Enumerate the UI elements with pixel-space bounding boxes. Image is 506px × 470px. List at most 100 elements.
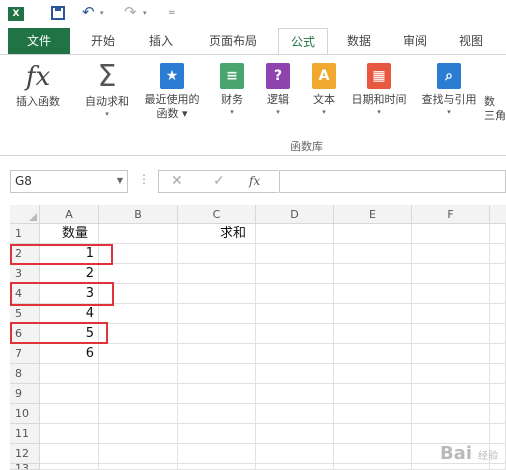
grid-cell[interactable] bbox=[256, 464, 334, 470]
column-header-e[interactable]: E bbox=[334, 205, 412, 224]
grid-cell[interactable] bbox=[99, 224, 178, 244]
logical-button[interactable]: ? 逻辑 ▾ bbox=[258, 55, 298, 117]
tab-home[interactable]: 开始 bbox=[80, 28, 126, 54]
grid-cell[interactable] bbox=[178, 284, 256, 304]
row-header-3[interactable]: 3 bbox=[10, 264, 40, 284]
column-header-c[interactable]: C bbox=[178, 205, 256, 224]
formula-bar-splitter[interactable]: ⋮ bbox=[138, 172, 150, 186]
grid-cell[interactable] bbox=[412, 264, 490, 284]
row-header-4[interactable]: 4 bbox=[10, 284, 40, 304]
grid-cell[interactable] bbox=[334, 244, 412, 264]
grid-cell[interactable] bbox=[412, 404, 490, 424]
grid-cell[interactable] bbox=[99, 284, 178, 304]
redo-dropdown-icon[interactable]: ▾ bbox=[143, 9, 147, 17]
grid-cell[interactable] bbox=[490, 224, 506, 244]
row-header-2[interactable]: 2 bbox=[10, 244, 40, 264]
grid-cell[interactable] bbox=[490, 364, 506, 384]
tab-page-layout[interactable]: 页面布局 bbox=[196, 28, 270, 54]
grid-cell[interactable] bbox=[40, 464, 99, 470]
grid-cell[interactable] bbox=[412, 284, 490, 304]
grid-cell[interactable] bbox=[99, 364, 178, 384]
redo-icon[interactable]: ↷ bbox=[124, 3, 137, 21]
grid-cell[interactable] bbox=[178, 464, 256, 470]
grid-cell[interactable] bbox=[334, 424, 412, 444]
grid-cell[interactable] bbox=[256, 224, 334, 244]
tab-formulas[interactable]: 公式 bbox=[278, 28, 328, 55]
grid-cell[interactable] bbox=[334, 464, 412, 470]
save-icon[interactable] bbox=[51, 6, 65, 20]
grid-cell[interactable] bbox=[490, 264, 506, 284]
grid-cell[interactable] bbox=[178, 364, 256, 384]
grid-cell[interactable] bbox=[99, 384, 178, 404]
grid-cell[interactable] bbox=[256, 364, 334, 384]
cell-a2[interactable]: 1 bbox=[40, 244, 99, 264]
recent-functions-button[interactable]: ★ 最近使用的 函数 ▾ bbox=[138, 55, 206, 121]
cell-a1[interactable]: 数量 bbox=[40, 224, 99, 244]
grid-cell[interactable] bbox=[334, 224, 412, 244]
tab-review[interactable]: 审阅 bbox=[392, 28, 438, 54]
tab-data[interactable]: 数据 bbox=[336, 28, 382, 54]
cell-a5[interactable]: 4 bbox=[40, 304, 99, 324]
grid-cell[interactable] bbox=[178, 304, 256, 324]
grid-cell[interactable] bbox=[256, 324, 334, 344]
column-header-d[interactable]: D bbox=[256, 205, 334, 224]
grid-cell[interactable] bbox=[256, 404, 334, 424]
tab-insert[interactable]: 插入 bbox=[138, 28, 184, 54]
grid-cell[interactable] bbox=[178, 324, 256, 344]
grid-cell[interactable] bbox=[256, 284, 334, 304]
grid-cell[interactable] bbox=[256, 304, 334, 324]
grid-cell[interactable] bbox=[334, 304, 412, 324]
tab-view[interactable]: 视图 bbox=[448, 28, 494, 54]
cell-a7[interactable]: 6 bbox=[40, 344, 99, 364]
grid-cell[interactable] bbox=[99, 464, 178, 470]
grid-cell[interactable] bbox=[334, 344, 412, 364]
grid-cell[interactable] bbox=[334, 364, 412, 384]
customize-toolbar-icon[interactable]: = bbox=[168, 8, 176, 18]
name-box[interactable]: G8 ▼ bbox=[10, 170, 128, 193]
tab-file[interactable]: 文件 bbox=[8, 28, 70, 54]
financial-button[interactable]: ≡ 财务 ▾ bbox=[212, 55, 252, 117]
column-header-b[interactable]: B bbox=[99, 205, 178, 224]
row-header-12[interactable]: 12 bbox=[10, 444, 40, 464]
row-header-10[interactable]: 10 bbox=[10, 404, 40, 424]
grid-cell[interactable] bbox=[412, 324, 490, 344]
grid-cell[interactable] bbox=[178, 344, 256, 364]
grid-cell[interactable] bbox=[256, 384, 334, 404]
autosum-button[interactable]: Σ 自动求和 ▾ bbox=[78, 55, 136, 119]
grid-cell[interactable] bbox=[412, 464, 490, 470]
cancel-icon[interactable]: ✕ bbox=[171, 173, 183, 189]
select-all-button[interactable] bbox=[10, 205, 40, 224]
row-header-11[interactable]: 11 bbox=[10, 424, 40, 444]
enter-icon[interactable]: ✓ bbox=[213, 173, 225, 189]
grid-cell[interactable] bbox=[412, 424, 490, 444]
text-button[interactable]: A 文本 ▾ bbox=[304, 55, 344, 117]
grid-cell[interactable] bbox=[99, 444, 178, 464]
cell-c1[interactable]: 求和 bbox=[178, 224, 256, 244]
chevron-down-icon[interactable]: ▼ bbox=[117, 176, 123, 185]
row-header-9[interactable]: 9 bbox=[10, 384, 40, 404]
grid-cell[interactable] bbox=[412, 344, 490, 364]
grid-cell[interactable] bbox=[412, 364, 490, 384]
grid-cell[interactable] bbox=[412, 304, 490, 324]
grid-cell[interactable] bbox=[412, 244, 490, 264]
grid-cell[interactable] bbox=[334, 404, 412, 424]
grid-cell[interactable] bbox=[256, 264, 334, 284]
row-header-5[interactable]: 5 bbox=[10, 304, 40, 324]
grid-cell[interactable] bbox=[99, 344, 178, 364]
grid-cell[interactable] bbox=[178, 244, 256, 264]
grid-cell[interactable] bbox=[334, 264, 412, 284]
formula-input[interactable] bbox=[279, 170, 506, 193]
lookup-reference-button[interactable]: ⌕ 查找与引用 ▾ bbox=[416, 55, 482, 117]
grid-cell[interactable] bbox=[334, 284, 412, 304]
column-header-g[interactable] bbox=[490, 205, 506, 224]
grid-cell[interactable] bbox=[40, 384, 99, 404]
grid-cell[interactable] bbox=[40, 364, 99, 384]
grid-cell[interactable] bbox=[178, 384, 256, 404]
grid-cell[interactable] bbox=[40, 404, 99, 424]
grid-cell[interactable] bbox=[412, 384, 490, 404]
grid-cell[interactable] bbox=[490, 464, 506, 470]
grid-cell[interactable] bbox=[490, 404, 506, 424]
insert-function-icon[interactable]: fx bbox=[249, 174, 260, 188]
grid-cell[interactable] bbox=[256, 244, 334, 264]
row-header-6[interactable]: 6 bbox=[10, 324, 40, 344]
